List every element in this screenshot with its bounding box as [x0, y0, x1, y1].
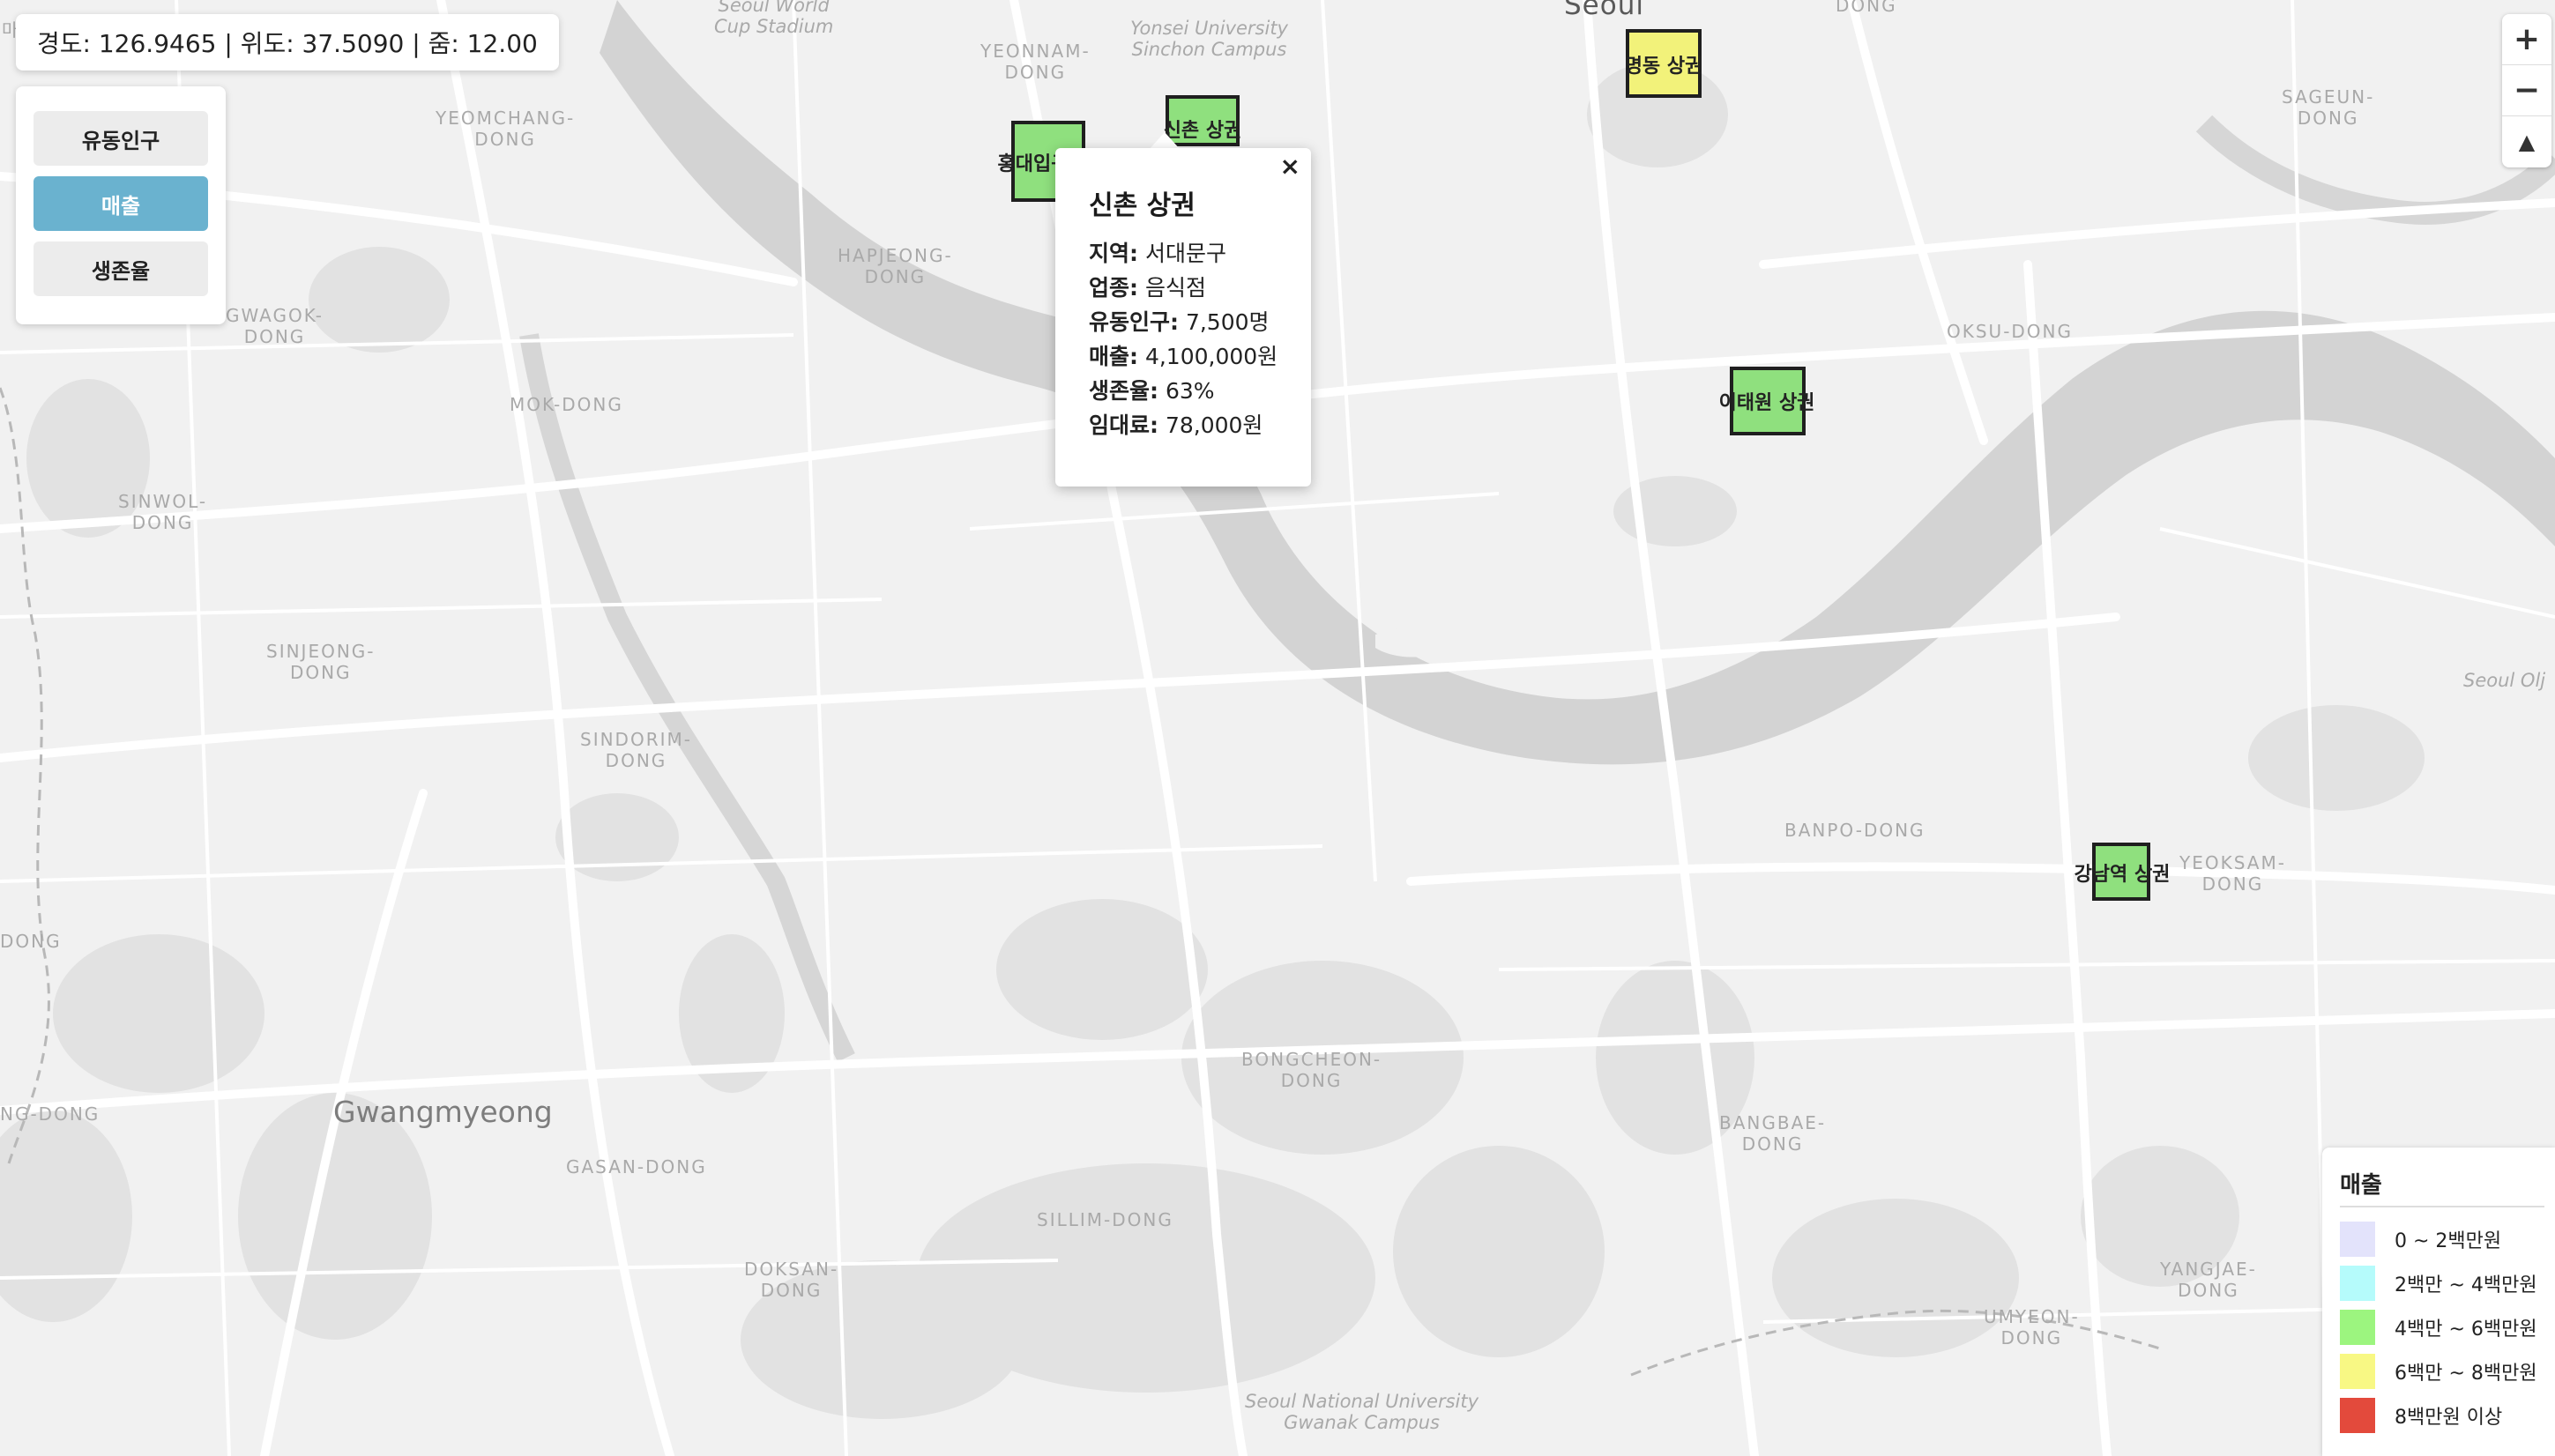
place-label: YANGJAE- DONG	[2160, 1259, 2257, 1301]
place-label: Seoul National University Gwanak Campus	[1245, 1391, 1479, 1433]
legend: 매출 0 ~ 2백만원 2백만 ~ 4백만원 4백만 ~ 6백만원 6백만 ~ …	[2322, 1148, 2555, 1456]
popup-value: 7,500명	[1185, 309, 1270, 335]
popup-row-industry: 업종: 음식점	[1089, 271, 1206, 302]
place-label: MOK-DONG	[510, 394, 623, 415]
popup-key: 매출:	[1089, 344, 1138, 369]
place-label: SINWOL- DONG	[118, 491, 208, 533]
marker-label-myeongdong[interactable]: 명동 상권	[1625, 50, 1703, 78]
close-icon[interactable]: ×	[1280, 152, 1300, 181]
place-label: DOKSAN- DONG	[744, 1259, 839, 1301]
place-label: YEOMCHANG- DONG	[436, 108, 576, 150]
place-label: Yonsei University Sinchon Campus	[1130, 18, 1288, 60]
popup-key: 업종:	[1089, 275, 1138, 301]
layer-button-survival[interactable]: 생존율	[34, 241, 208, 296]
place-label: YEONNAM- DONG	[980, 41, 1091, 83]
popup-row-region: 지역: 서대문구	[1089, 236, 1226, 268]
place-label: Gwangmyeong	[333, 1095, 553, 1129]
popup-key: 생존율:	[1089, 378, 1158, 404]
legend-label: 6백만 ~ 8백만원	[2395, 1363, 2537, 1385]
popup-title: 신촌 상권	[1089, 190, 1196, 221]
popup-key: 임대료:	[1089, 412, 1158, 438]
popup-row-survival: 생존율: 63%	[1089, 374, 1215, 405]
legend-item: 0 ~ 2백만원	[2340, 1222, 2501, 1257]
popup-row-rent: 임대료: 78,000원	[1089, 408, 1263, 440]
popup-value: 63%	[1165, 378, 1215, 404]
place-label: SILLIM-DONG	[1037, 1209, 1173, 1230]
popup-key: 유동인구:	[1089, 309, 1179, 335]
info-popup: × 신촌 상권 지역: 서대문구 업종: 음식점 유동인구: 7,500명 매출…	[1055, 148, 1311, 487]
legend-swatch	[2340, 1354, 2375, 1389]
coordinate-readout: 경도: 126.9465 | 위도: 37.5090 | 줌: 12.00	[16, 14, 559, 71]
popup-value: 서대문구	[1144, 241, 1226, 266]
popup-row-footfall: 유동인구: 7,500명	[1089, 305, 1270, 337]
legend-swatch	[2340, 1266, 2375, 1301]
legend-item: 8백만원 이상	[2340, 1398, 2502, 1433]
place-label: YEOKSAM- DONG	[2179, 852, 2286, 895]
minus-icon[interactable]: −	[2502, 65, 2551, 115]
marker-label-itaewon[interactable]: 이태원 상권	[1719, 387, 1815, 415]
place-label: Seoul	[1564, 0, 1644, 21]
place-label: GASAN-DONG	[566, 1156, 707, 1177]
place-label: HAPJEONG- DONG	[838, 245, 953, 287]
place-label: Seoul World Cup Stadium	[714, 0, 834, 37]
place-label: NG-DONG	[0, 1103, 101, 1125]
place-label: SAGEUN- DONG	[2282, 86, 2375, 129]
popup-key: 지역:	[1089, 241, 1138, 266]
legend-label: 0 ~ 2백만원	[2395, 1230, 2502, 1252]
legend-item: 6백만 ~ 8백만원	[2340, 1354, 2537, 1389]
place-label: Seoul Olj	[2463, 670, 2546, 691]
plus-icon[interactable]: +	[2502, 14, 2551, 64]
legend-title: 매출	[2340, 1172, 2382, 1199]
place-label: UMYEON- DONG	[1984, 1306, 2080, 1348]
legend-label: 4백만 ~ 6백만원	[2395, 1319, 2537, 1341]
coordinate-text: 경도: 126.9465 | 위도: 37.5090 | 줌: 12.00	[37, 29, 538, 58]
map-canvas[interactable]: Seoul World Cup Stadium YEONNAM- DONG Yo…	[0, 0, 2555, 1456]
legend-item: 2백만 ~ 4백만원	[2340, 1266, 2537, 1301]
layer-button-footfall[interactable]: 유동인구	[34, 111, 208, 166]
legend-label: 8백만원 이상	[2395, 1407, 2503, 1429]
legend-label: 2백만 ~ 4백만원	[2395, 1274, 2537, 1296]
place-label: OKSU-DONG	[1947, 321, 2074, 342]
legend-divider	[2340, 1206, 2544, 1207]
place-label: SINDORIM- DONG	[580, 729, 692, 771]
place-label: BONGCHEON- DONG	[1241, 1049, 1382, 1091]
popup-tip	[1149, 132, 1181, 150]
popup-value: 4,100,000원	[1144, 344, 1278, 369]
marker-label-gangnam[interactable]: 강남역 상권	[2075, 858, 2171, 887]
place-label: SINJEONG- DONG	[266, 641, 376, 683]
place-label: BANPO-DONG	[1784, 820, 1926, 841]
place-label: DONG	[0, 931, 62, 952]
legend-swatch	[2340, 1310, 2375, 1345]
layer-button-sales[interactable]: 매출	[34, 176, 208, 231]
place-label: DONG	[1836, 0, 1897, 16]
place-label: GWAGOK- DONG	[226, 305, 324, 347]
zoom-control: + − ▲	[2502, 14, 2551, 167]
legend-swatch	[2340, 1398, 2375, 1433]
legend-item: 4백만 ~ 6백만원	[2340, 1310, 2537, 1345]
legend-swatch	[2340, 1222, 2375, 1257]
popup-value: 음식점	[1144, 275, 1206, 301]
compass-icon[interactable]: ▲	[2502, 116, 2551, 167]
popup-row-sales: 매출: 4,100,000원	[1089, 339, 1278, 371]
place-label: BANGBAE- DONG	[1719, 1112, 1827, 1155]
popup-value: 78,000원	[1165, 412, 1263, 438]
layer-panel: 유동인구 매출 생존율	[16, 86, 226, 324]
